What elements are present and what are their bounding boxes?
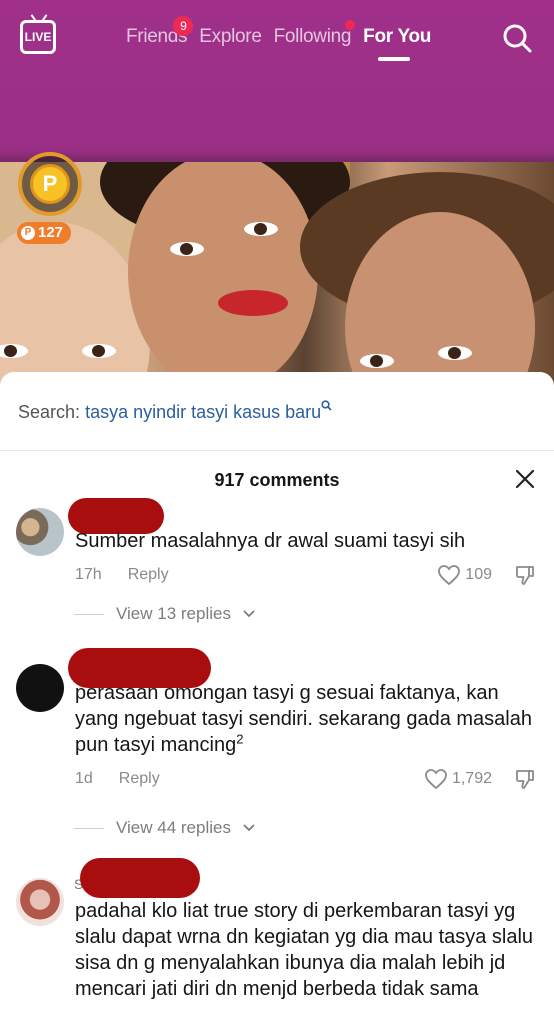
divider: [0, 450, 554, 451]
tab-label: Explore: [199, 26, 262, 47]
eye: [438, 346, 472, 360]
like-button[interactable]: 1,792: [424, 768, 492, 790]
avatar[interactable]: [16, 878, 64, 926]
like-count: 109: [465, 566, 492, 583]
video-frame: [0, 162, 554, 400]
face-center: [128, 162, 318, 392]
points-value: 127: [38, 224, 64, 241]
view-replies-button[interactable]: View 44 replies: [74, 818, 255, 838]
avatar[interactable]: [16, 508, 64, 556]
comment-time: 1d: [75, 770, 93, 787]
eye: [360, 354, 394, 368]
chevron-down-icon: [243, 824, 255, 832]
related-search[interactable]: Search: tasya nyindir tasyi kasus baru: [18, 400, 332, 423]
video-player[interactable]: LIVE Friends 9 Explore Following For You…: [0, 0, 554, 400]
search-query: tasya nyindir tasyi kasus baru: [85, 402, 322, 422]
comment-text: Sumber masalahnya dr awal suami tasyi si…: [75, 530, 466, 552]
comment-text: perasaan omongan tasyi g sesuai faktanya…: [75, 680, 537, 758]
comment-meta: 1d Reply: [75, 770, 160, 788]
comment-time: 17h: [75, 566, 102, 583]
divider: [74, 827, 104, 829]
like-count: 1,792: [451, 770, 492, 787]
search-icon: [321, 400, 332, 411]
view-replies-label: View 13 replies: [116, 604, 231, 623]
reply-button[interactable]: Reply: [119, 770, 160, 788]
redacted-username: [80, 858, 200, 898]
comments-count: 917 comments: [214, 470, 340, 490]
heart-icon: [438, 565, 461, 586]
points-badge[interactable]: P 127: [17, 222, 72, 244]
view-replies-label: View 44 replies: [116, 818, 231, 837]
dislike-icon[interactable]: [514, 768, 536, 790]
top-nav: LIVE Friends 9 Explore Following For You: [0, 0, 554, 80]
tab-explore[interactable]: Explore: [199, 26, 262, 48]
tab-for-you[interactable]: For You: [363, 26, 432, 61]
notification-badge: 9: [173, 16, 194, 36]
comments-sheet: Search: tasya nyindir tasyi kasus baru 9…: [0, 372, 554, 1024]
tab-label: For You: [363, 26, 432, 47]
heart-icon: [425, 769, 447, 790]
feed-tabs: Friends 9 Explore Following For You: [126, 16, 432, 61]
live-button[interactable]: LIVE: [20, 20, 56, 54]
reply-button[interactable]: Reply: [128, 566, 169, 584]
search-prefix: Search:: [18, 402, 81, 422]
eye: [82, 344, 116, 358]
comment-text: padahal klo liat true story di perkembar…: [75, 900, 534, 1000]
coin-icon: P: [30, 164, 70, 204]
comment-superscript: 2: [236, 731, 244, 747]
reward-coin-widget[interactable]: P: [18, 152, 82, 216]
tab-label: Following: [273, 26, 352, 47]
tab-following[interactable]: Following: [273, 20, 356, 48]
search-icon[interactable]: [502, 23, 532, 53]
comment-meta: 17h Reply: [75, 566, 169, 584]
divider: [74, 613, 104, 615]
avatar[interactable]: [16, 664, 64, 712]
tab-friends[interactable]: Friends 9: [126, 16, 194, 48]
lips: [218, 290, 288, 316]
like-button[interactable]: 109: [437, 564, 492, 586]
view-replies-button[interactable]: View 13 replies: [74, 604, 255, 624]
eye: [170, 242, 204, 256]
eye: [244, 222, 278, 236]
comment-text-body: perasaan omongan tasyi g sesuai faktanya…: [75, 682, 532, 756]
chevron-down-icon: [243, 610, 255, 618]
new-content-dot: [345, 20, 356, 30]
dislike-icon[interactable]: [514, 564, 536, 586]
close-icon[interactable]: [514, 468, 536, 490]
points-coin-icon: P: [21, 226, 35, 240]
